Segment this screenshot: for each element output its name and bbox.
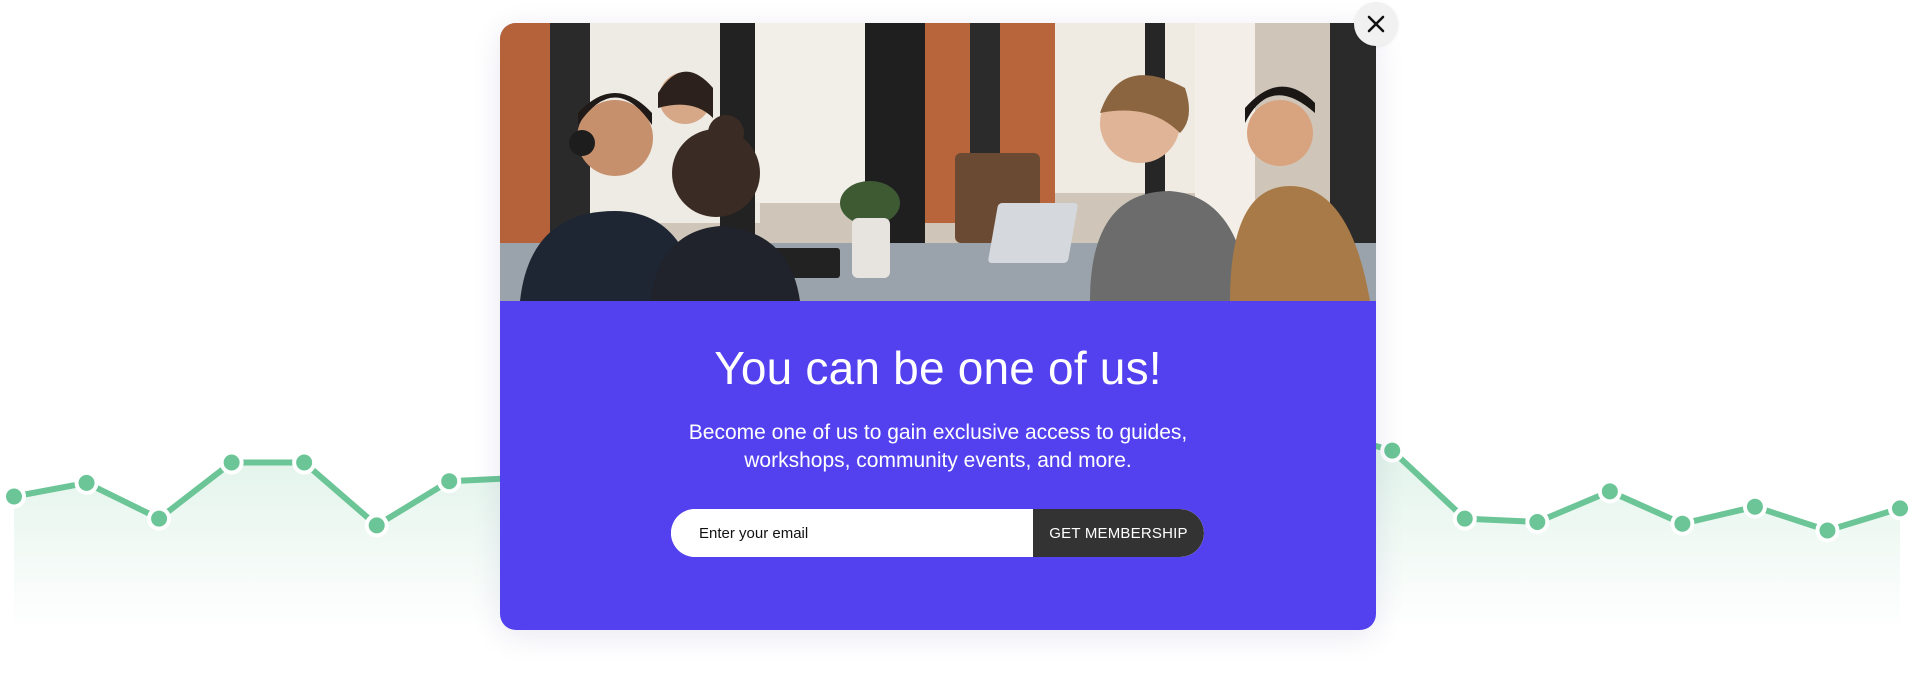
email-input[interactable] (671, 509, 1033, 557)
chart-point (437, 469, 462, 494)
chart-point (147, 506, 172, 531)
chart-point (1670, 511, 1695, 536)
membership-modal: You can be one of us! Become one of us t… (500, 23, 1376, 630)
team-meeting-illustration (500, 23, 1376, 301)
chart-point (1525, 510, 1550, 534)
chart-point (1815, 518, 1840, 543)
modal-content: You can be one of us! Become one of us t… (500, 301, 1376, 630)
chart-point (292, 450, 317, 475)
chart-point (1452, 506, 1477, 531)
hero-image (500, 23, 1376, 301)
chart-point (2, 484, 26, 509)
modal-subtitle: Become one of us to gain exclusive acces… (688, 421, 1188, 472)
get-membership-button[interactable]: GET MEMBERSHIP (1033, 509, 1204, 557)
chart-point (1597, 479, 1622, 504)
chart-point (1888, 496, 1912, 521)
chart-point (1380, 438, 1405, 463)
membership-form: GET MEMBERSHIP (671, 509, 1204, 557)
close-icon (1367, 15, 1385, 33)
chart-point (74, 470, 99, 495)
chart-point (1742, 494, 1767, 519)
modal-title: You can be one of us! (714, 342, 1162, 394)
close-button[interactable] (1354, 2, 1398, 46)
chart-point (219, 450, 244, 475)
chart-point (364, 513, 389, 538)
